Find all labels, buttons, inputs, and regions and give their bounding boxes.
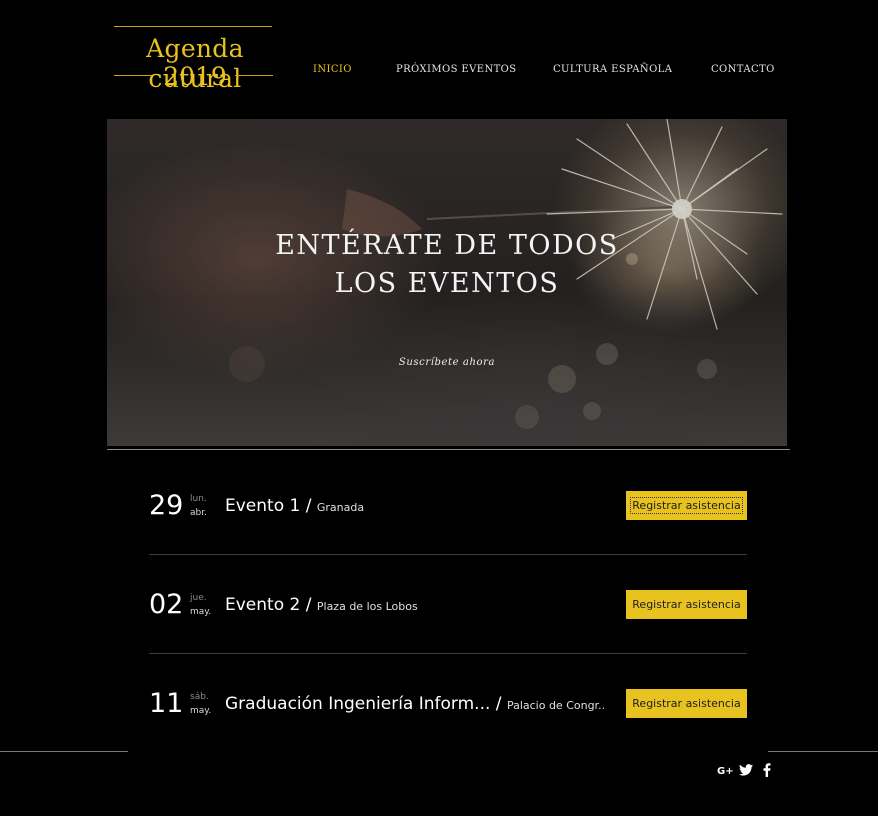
event-separator: / bbox=[490, 694, 507, 714]
logo-year-row: 2019 bbox=[98, 62, 292, 92]
register-attendance-button[interactable]: Registrar asistencia bbox=[626, 590, 747, 619]
logo-rule-right bbox=[235, 75, 273, 76]
subscribe-link[interactable]: Suscríbete ahora bbox=[107, 357, 787, 368]
event-title[interactable]: Evento 2 bbox=[225, 595, 300, 615]
event-day: 11 bbox=[149, 688, 184, 719]
site-logo[interactable]: Agenda cutural 2019 bbox=[98, 26, 292, 93]
event-month: abr. bbox=[190, 508, 207, 518]
nav-item-cultura-espanola[interactable]: CULTURA ESPAÑOLA bbox=[553, 62, 672, 78]
logo-year: 2019 bbox=[163, 62, 227, 91]
register-attendance-button[interactable]: Registrar asistencia bbox=[626, 491, 747, 520]
register-attendance-button[interactable]: Registrar asistencia bbox=[626, 689, 747, 718]
event-day: 02 bbox=[149, 589, 184, 620]
facebook-icon[interactable] bbox=[758, 761, 776, 779]
register-button-label: Registrar asistencia bbox=[632, 697, 741, 710]
event-separator: / bbox=[300, 496, 317, 516]
event-title[interactable]: Graduación Ingeniería Inform... bbox=[225, 694, 490, 714]
event-month: may. bbox=[190, 607, 212, 617]
event-item: 02 jue. may. Evento 2 / Plaza de los Lob… bbox=[149, 554, 747, 653]
event-title-row: Evento 2 / Plaza de los Lobos bbox=[225, 594, 605, 618]
register-button-label: Registrar asistencia bbox=[630, 497, 743, 514]
event-title-row: Graduación Ingeniería Inform... / Palaci… bbox=[225, 693, 605, 717]
logo-rule-top bbox=[114, 26, 272, 27]
nav-item-proximos-eventos[interactable]: PRÓXIMOS EVENTOS bbox=[396, 62, 517, 78]
event-separator: / bbox=[300, 595, 317, 615]
hero-title-line2: LOS EVENTOS bbox=[334, 268, 560, 299]
event-item: 11 sáb. may. Graduación Ingeniería Infor… bbox=[149, 653, 747, 752]
event-title[interactable]: Evento 1 bbox=[225, 496, 300, 516]
hero-title: ENTÉRATE DE TODOS LOS EVENTOS bbox=[107, 227, 787, 303]
event-weekday: lun. bbox=[190, 494, 207, 504]
hero-divider bbox=[107, 449, 790, 450]
event-weekday: jue. bbox=[190, 593, 207, 603]
nav-item-contacto[interactable]: CONTACTO bbox=[711, 62, 775, 78]
event-place: Plaza de los Lobos bbox=[316, 600, 418, 613]
hero-banner: ENTÉRATE DE TODOS LOS EVENTOS Suscríbete… bbox=[107, 119, 787, 446]
svg-text:G+: G+ bbox=[717, 766, 733, 776]
google-plus-icon[interactable]: G+ bbox=[716, 761, 734, 779]
twitter-icon[interactable] bbox=[737, 761, 755, 779]
event-day: 29 bbox=[149, 490, 184, 521]
event-place: Granada bbox=[316, 501, 365, 514]
event-weekday: sáb. bbox=[190, 692, 209, 702]
event-item: 29 lun. abr. Evento 1 / Granada Registra… bbox=[149, 456, 747, 554]
nav-item-inicio[interactable]: INICIO bbox=[313, 62, 352, 78]
event-place: Palacio de Congr... bbox=[506, 699, 605, 712]
event-month: may. bbox=[190, 706, 212, 716]
hero-title-line1: ENTÉRATE DE TODOS bbox=[275, 230, 619, 261]
event-title-row: Evento 1 / Granada bbox=[225, 495, 605, 519]
register-button-label: Registrar asistencia bbox=[632, 598, 741, 611]
footer-divider-left bbox=[0, 751, 128, 752]
footer-divider-right bbox=[768, 751, 878, 752]
events-list: 29 lun. abr. Evento 1 / Granada Registra… bbox=[149, 456, 747, 752]
